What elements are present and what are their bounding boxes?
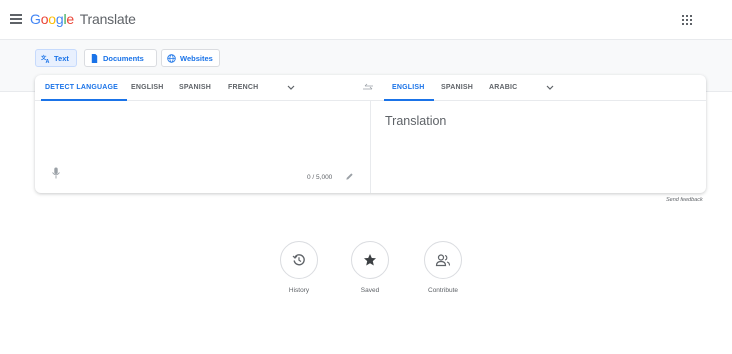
swap-languages-icon[interactable] bbox=[362, 83, 374, 93]
target-lang-spanish[interactable]: SPANISH bbox=[441, 84, 473, 91]
globe-icon bbox=[167, 53, 176, 63]
source-text-area[interactable]: 0 / 5,000 bbox=[35, 101, 370, 193]
logo-letter: G bbox=[30, 11, 41, 27]
apps-grid-icon[interactable] bbox=[682, 15, 692, 25]
mode-websites-button[interactable]: Websites bbox=[161, 49, 220, 67]
source-lang-french[interactable]: FRENCH bbox=[228, 84, 258, 91]
source-lang-spanish[interactable]: SPANISH bbox=[179, 84, 211, 91]
translation-card: DETECT LANGUAGE ENGLISH SPANISH FRENCH E… bbox=[35, 75, 706, 193]
language-bar: DETECT LANGUAGE ENGLISH SPANISH FRENCH E… bbox=[35, 75, 706, 101]
contribute-button[interactable]: Contribute bbox=[418, 241, 468, 294]
mode-text-button[interactable]: 文 A Text bbox=[35, 49, 77, 67]
contribute-label: Contribute bbox=[428, 287, 458, 294]
pencil-icon[interactable] bbox=[345, 172, 354, 181]
google-translate-logo[interactable]: Google Translate bbox=[30, 11, 136, 27]
translate-icon: 文 A bbox=[41, 54, 50, 63]
source-lang-english[interactable]: ENGLISH bbox=[131, 84, 164, 91]
target-lang-arabic[interactable]: ARABIC bbox=[489, 84, 517, 91]
star-icon bbox=[364, 254, 376, 266]
send-feedback-link[interactable]: Send feedback bbox=[666, 197, 703, 203]
target-lang-english[interactable]: ENGLISH bbox=[392, 84, 425, 91]
mode-text-label: Text bbox=[54, 53, 69, 63]
target-more-languages-chevron-down-icon[interactable] bbox=[545, 84, 555, 92]
translation-placeholder: Translation bbox=[385, 114, 447, 128]
saved-button[interactable]: Saved bbox=[348, 241, 392, 294]
hamburger-menu-icon[interactable] bbox=[10, 14, 22, 24]
product-name: Translate bbox=[79, 11, 136, 27]
svg-text:A: A bbox=[46, 59, 50, 63]
source-lang-detect[interactable]: DETECT LANGUAGE bbox=[45, 84, 118, 91]
logo-letter: o bbox=[48, 11, 56, 27]
document-icon bbox=[91, 53, 98, 63]
saved-circle bbox=[351, 241, 389, 279]
contribute-circle bbox=[424, 241, 462, 279]
microphone-icon[interactable] bbox=[51, 167, 61, 179]
history-button[interactable]: History bbox=[277, 241, 321, 294]
history-icon bbox=[292, 254, 305, 266]
mode-documents-button[interactable]: Documents bbox=[84, 49, 157, 67]
top-bar: Google Translate bbox=[0, 0, 732, 40]
mode-websites-label: Websites bbox=[180, 53, 213, 63]
contribute-people-icon bbox=[435, 254, 451, 267]
translation-output-area: Translation bbox=[371, 101, 706, 193]
source-more-languages-chevron-down-icon[interactable] bbox=[286, 84, 296, 92]
saved-label: Saved bbox=[360, 287, 380, 294]
history-label: History bbox=[288, 287, 310, 294]
character-count: 0 / 5,000 bbox=[307, 174, 333, 181]
logo-letter: e bbox=[66, 11, 74, 27]
history-circle bbox=[280, 241, 318, 279]
mode-documents-label: Documents bbox=[103, 53, 144, 63]
